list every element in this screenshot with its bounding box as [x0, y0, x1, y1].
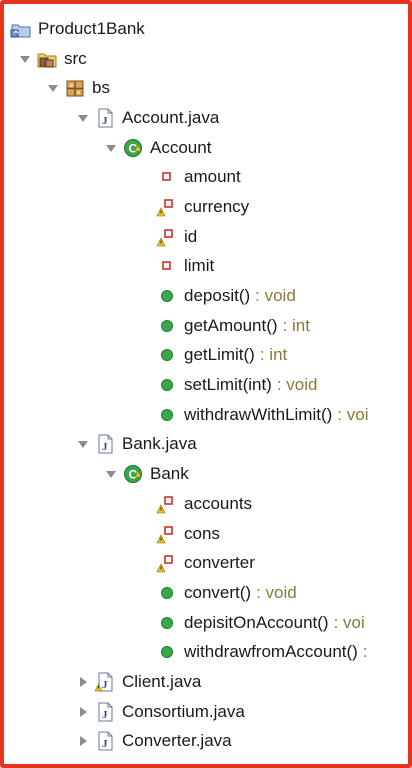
- tree-item-java-file[interactable]: J Account.java: [4, 103, 408, 133]
- svg-text:J: J: [102, 709, 108, 721]
- private-field-warning-icon: [156, 196, 178, 218]
- expand-toggle-file[interactable]: [76, 705, 90, 719]
- field-label: cons: [184, 523, 220, 543]
- return-type: :: [362, 642, 368, 662]
- public-method-icon: [156, 612, 178, 634]
- return-type: : int: [259, 345, 288, 365]
- tree-item-java-file[interactable]: J Converter.java: [4, 727, 408, 757]
- field-label: converter: [184, 553, 255, 573]
- tree-item-method[interactable]: setLimit(int): void: [4, 370, 408, 400]
- private-field-icon: [156, 166, 178, 188]
- expand-toggle-file[interactable]: [76, 437, 90, 451]
- tree-item-method[interactable]: withdrawfromAccount():: [4, 637, 408, 667]
- private-field-warning-icon: [156, 523, 178, 545]
- return-type: : voi: [333, 612, 365, 632]
- class-label: Bank: [150, 464, 189, 484]
- method-label: withdrawfromAccount(): [184, 642, 358, 662]
- expand-toggle-src[interactable]: [18, 52, 32, 66]
- method-label: getLimit(): [184, 345, 255, 365]
- tree-item-method[interactable]: getLimit(): int: [4, 341, 408, 371]
- field-label: id: [184, 226, 198, 246]
- java-file-icon: J: [94, 730, 116, 752]
- java-file-icon: J: [94, 701, 116, 723]
- public-method-icon: [156, 285, 178, 307]
- tree-item-method[interactable]: getAmount(): int: [4, 311, 408, 341]
- return-type: : voi: [337, 404, 369, 424]
- java-file-label: Account.java: [122, 107, 220, 127]
- java-file-label: Client.java: [122, 671, 202, 691]
- return-type: : void: [256, 582, 297, 602]
- method-label: convert(): [184, 582, 252, 602]
- field-label: currency: [184, 196, 250, 216]
- tree-item-field[interactable]: accounts: [4, 489, 408, 519]
- return-type: : void: [255, 286, 296, 306]
- method-label: withdrawWithLimit(): [184, 404, 333, 424]
- tree-item-java-file[interactable]: J Consortium.java: [4, 697, 408, 727]
- svg-text:J: J: [102, 115, 108, 127]
- method-label: deposit(): [184, 286, 251, 306]
- java-file-icon: J: [94, 107, 116, 129]
- java-file-icon: J: [94, 433, 116, 455]
- public-method-icon: [156, 344, 178, 366]
- tree-item-field[interactable]: cons: [4, 519, 408, 549]
- tree-item-method[interactable]: withdrawWithLimit(): voi: [4, 400, 408, 430]
- tree-item-src[interactable]: src: [4, 44, 408, 74]
- expand-toggle-file[interactable]: [76, 111, 90, 125]
- class-label: Account: [150, 137, 212, 157]
- package-label: bs: [92, 78, 110, 98]
- tree-item-java-file[interactable]: J Bank.java: [4, 430, 408, 460]
- svg-text:J: J: [102, 738, 108, 750]
- package-explorer-tree: Product1Bank src bs J Account.java C Acco…: [4, 14, 408, 756]
- public-method-icon: [156, 315, 178, 337]
- field-label: accounts: [184, 493, 253, 513]
- method-label: setLimit(int): [184, 375, 272, 395]
- method-label: getAmount(): [184, 315, 278, 335]
- java-file-label: Converter.java: [122, 731, 232, 751]
- class-icon: C: [122, 137, 144, 159]
- tree-item-method[interactable]: depisitOnAccount(): voi: [4, 608, 408, 638]
- svg-text:J: J: [102, 679, 108, 691]
- expand-toggle-file[interactable]: [76, 734, 90, 748]
- tree-item-field[interactable]: currency: [4, 192, 408, 222]
- public-method-icon: [156, 374, 178, 396]
- public-method-icon: [156, 641, 178, 663]
- tree-item-package[interactable]: bs: [4, 73, 408, 103]
- tree-item-field[interactable]: limit: [4, 252, 408, 282]
- return-type: : int: [282, 315, 310, 335]
- field-label: limit: [184, 256, 215, 276]
- package-explorer-frame: Product1Bank src bs J Account.java C Acco…: [0, 0, 412, 768]
- private-field-warning-icon: [156, 493, 178, 515]
- private-field-warning-icon: [156, 552, 178, 574]
- return-type: : void: [276, 375, 318, 395]
- java-file-label: Bank.java: [122, 434, 197, 454]
- java-file-warning-icon: J: [94, 671, 116, 693]
- tree-item-field[interactable]: converter: [4, 548, 408, 578]
- source-folder-icon: [36, 48, 58, 70]
- public-method-icon: [156, 582, 178, 604]
- expand-toggle-class[interactable]: [104, 467, 118, 481]
- expand-toggle-package[interactable]: [46, 81, 60, 95]
- tree-item-method[interactable]: convert(): void: [4, 578, 408, 608]
- project-label: Product1Bank: [38, 18, 145, 38]
- svg-text:J: J: [102, 441, 108, 453]
- public-method-icon: [156, 404, 178, 426]
- tree-item-method[interactable]: deposit(): void: [4, 281, 408, 311]
- project-icon: [10, 18, 32, 40]
- field-label: amount: [184, 167, 241, 187]
- tree-item-class[interactable]: C Account: [4, 133, 408, 163]
- tree-item-java-file[interactable]: J Client.java: [4, 667, 408, 697]
- tree-item-class[interactable]: C Bank: [4, 459, 408, 489]
- private-field-warning-icon: [156, 226, 178, 248]
- private-field-icon: [156, 255, 178, 277]
- source-folder-label: src: [64, 48, 87, 68]
- expand-toggle-file[interactable]: [76, 675, 90, 689]
- expand-toggle-class[interactable]: [104, 141, 118, 155]
- method-label: depisitOnAccount(): [184, 612, 329, 632]
- tree-item-field[interactable]: amount: [4, 162, 408, 192]
- java-file-label: Consortium.java: [122, 701, 245, 721]
- class-icon: C: [122, 463, 144, 485]
- package-icon: [64, 77, 86, 99]
- tree-item-field[interactable]: id: [4, 222, 408, 252]
- tree-item-project[interactable]: Product1Bank: [4, 14, 408, 44]
